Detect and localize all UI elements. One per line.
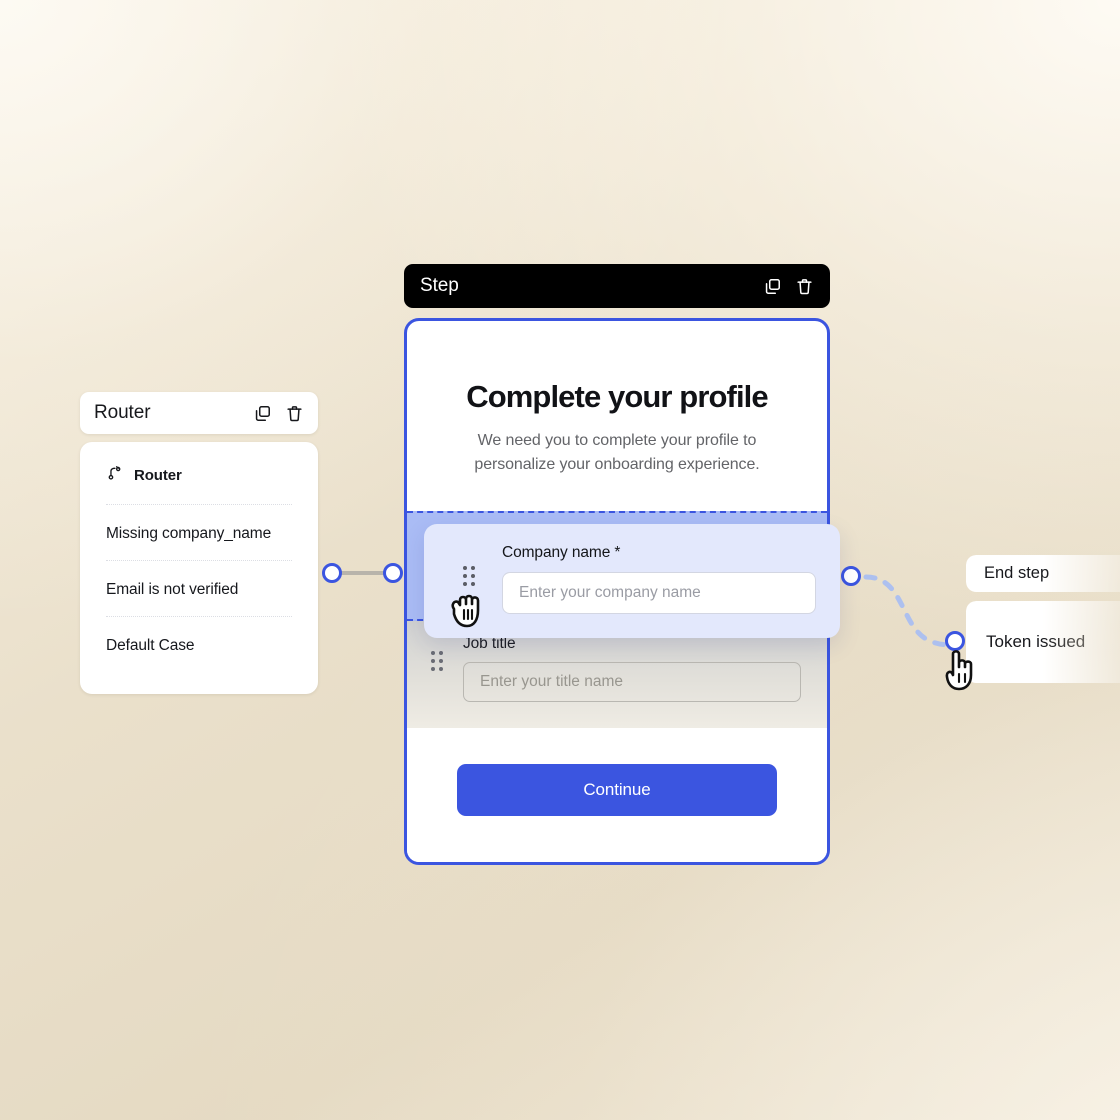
router-node[interactable]: Router Router Missing company_name Email… <box>80 392 318 694</box>
trash-icon[interactable] <box>795 277 814 296</box>
token-issued-node[interactable]: Token issued <box>966 601 1120 683</box>
router-node-title: Router <box>94 402 151 423</box>
token-issued-label: Token issued <box>986 632 1086 651</box>
drag-handle-icon[interactable] <box>463 566 475 586</box>
port-step-output[interactable] <box>841 566 861 586</box>
router-row-label: Router <box>134 467 182 484</box>
step-subheading: We need you to complete your profile to … <box>474 432 760 473</box>
step-header-actions <box>763 277 814 296</box>
port-step-input[interactable] <box>383 563 403 583</box>
router-row-label: Email is not verified <box>106 581 239 598</box>
duplicate-icon[interactable] <box>763 277 782 296</box>
router-node-header[interactable]: Router <box>80 392 318 434</box>
company-name-label: Company name * <box>502 544 621 561</box>
port-token-input[interactable] <box>945 631 965 651</box>
end-step-label: End step <box>984 564 1050 582</box>
router-node-body: Router Missing company_name Email is not… <box>80 442 318 694</box>
end-step-node[interactable]: End step <box>966 555 1120 592</box>
continue-button[interactable]: Continue <box>457 764 777 816</box>
router-header-actions <box>253 404 304 423</box>
git-branch-icon <box>106 464 123 487</box>
router-case-row[interactable]: Missing company_name <box>106 505 292 561</box>
company-name-input[interactable]: Enter your company name <box>502 572 816 614</box>
trash-icon[interactable] <box>285 404 304 423</box>
router-case-row[interactable]: Router <box>106 450 292 505</box>
wire-step-to-token <box>863 574 955 648</box>
duplicate-icon[interactable] <box>253 404 272 423</box>
job-title-input[interactable]: Enter your title name <box>463 662 801 702</box>
router-row-label: Missing company_name <box>106 525 272 542</box>
step-heading: Complete your profile <box>466 379 768 414</box>
router-row-label: Default Case <box>106 637 195 654</box>
drag-handle-icon[interactable] <box>431 651 443 671</box>
router-case-row[interactable]: Email is not verified <box>106 561 292 617</box>
dragged-field-card[interactable]: Company name * Enter your company name <box>424 524 840 638</box>
flow-canvas[interactable]: Router Router Missing company_name Email… <box>0 0 1120 1120</box>
router-case-row[interactable]: Default Case <box>106 617 292 672</box>
step-node-title: Step <box>420 275 459 296</box>
step-intro: Complete your profile We need you to com… <box>407 321 827 511</box>
step-footer: Continue <box>407 728 827 862</box>
port-router-output[interactable] <box>322 563 342 583</box>
step-node-header[interactable]: Step <box>404 264 830 308</box>
